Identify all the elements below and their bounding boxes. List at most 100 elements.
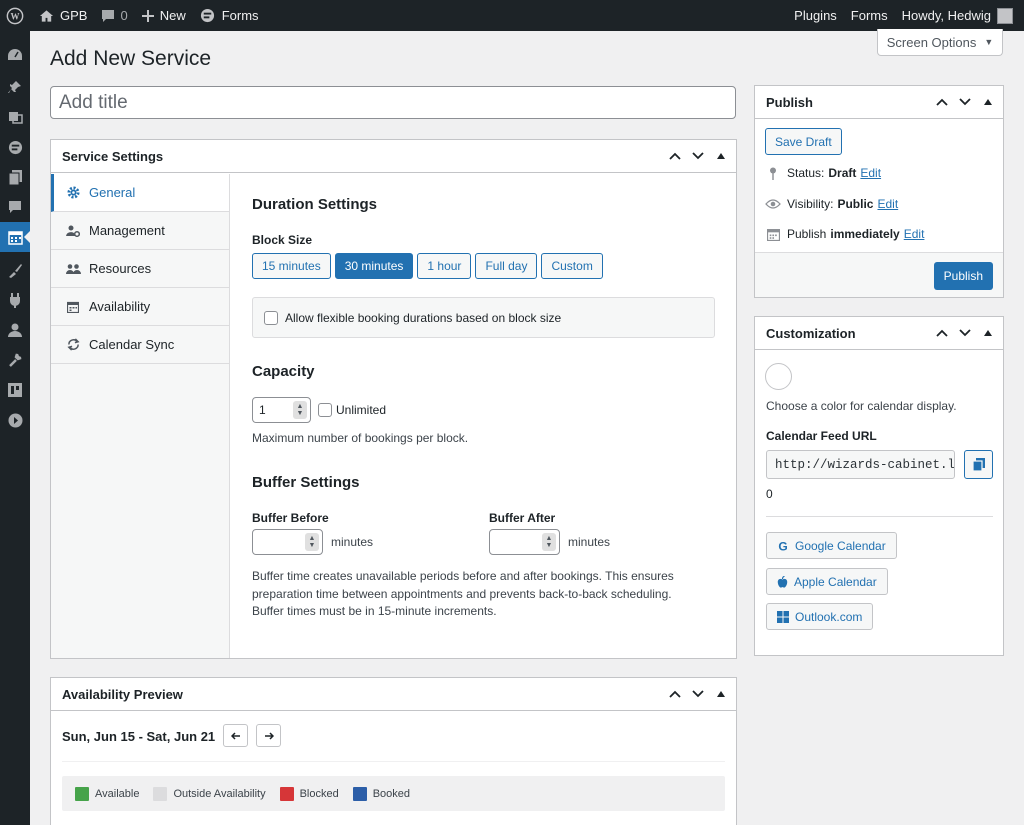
prev-week-button[interactable] bbox=[223, 724, 248, 747]
availability-preview-title: Availability Preview bbox=[62, 686, 183, 702]
appearance-icon[interactable] bbox=[0, 255, 30, 285]
capacity-input[interactable]: 1 ▲ ▼ bbox=[252, 397, 311, 423]
block-size-custom[interactable]: Custom bbox=[541, 253, 603, 279]
buffer-help-line: Buffer time creates unavailable periods … bbox=[252, 569, 674, 583]
move-up-icon[interactable] bbox=[663, 140, 686, 173]
legend-swatch-blocked bbox=[279, 786, 294, 801]
flexible-duration-checkbox[interactable] bbox=[264, 310, 278, 325]
publish-date-label: Publish bbox=[787, 227, 827, 241]
nav-item-label: Management bbox=[89, 223, 165, 238]
visibility-row: Visibility: Public Edit bbox=[765, 197, 898, 211]
title-input[interactable] bbox=[50, 86, 736, 119]
pin-icon[interactable] bbox=[0, 72, 30, 102]
svg-text:G: G bbox=[778, 540, 787, 552]
block-size-1-hour[interactable]: 1 hour bbox=[417, 253, 472, 279]
toggle-panel-icon[interactable] bbox=[976, 317, 999, 350]
legend-label: Blocked bbox=[299, 787, 339, 800]
block-size-label: Block Size bbox=[252, 233, 313, 247]
comments-menu-icon[interactable] bbox=[0, 192, 30, 222]
next-week-button[interactable] bbox=[256, 724, 281, 747]
move-up-icon[interactable] bbox=[663, 678, 686, 711]
forms-link[interactable]: Forms bbox=[193, 0, 266, 31]
nav-item-resources[interactable]: Resources bbox=[51, 250, 229, 288]
divider bbox=[62, 761, 725, 762]
unlimited-checkbox[interactable] bbox=[318, 403, 332, 417]
dashboard-icon[interactable] bbox=[0, 40, 30, 70]
apple-calendar-button[interactable]: Apple Calendar bbox=[766, 568, 888, 595]
legend-swatch-available bbox=[75, 786, 89, 801]
move-down-icon[interactable] bbox=[953, 317, 976, 350]
edit-status-link[interactable]: Edit bbox=[860, 166, 881, 180]
move-up-icon[interactable] bbox=[930, 86, 953, 119]
gear-icon bbox=[65, 186, 81, 199]
publish-button[interactable]: Publish bbox=[933, 262, 993, 290]
move-down-icon[interactable] bbox=[953, 86, 976, 119]
spinner-icon[interactable]: ▲ ▼ bbox=[293, 401, 307, 419]
nav-item-label: Calendar Sync bbox=[89, 337, 175, 352]
legend-label: Available bbox=[95, 787, 140, 800]
divider bbox=[766, 516, 993, 517]
edit-publish-date-link[interactable]: Edit bbox=[904, 227, 925, 241]
media-icon[interactable] bbox=[0, 102, 30, 132]
copy-url-button[interactable] bbox=[964, 450, 993, 479]
pages-icon[interactable] bbox=[0, 162, 30, 192]
move-up-icon[interactable] bbox=[930, 317, 953, 350]
screen-options-button[interactable]: Screen Options ▼ bbox=[877, 29, 1003, 56]
block-size-30-minutes[interactable]: 30 minutes bbox=[334, 253, 414, 279]
forms-label: Forms bbox=[221, 8, 259, 23]
page-title: Add New Service bbox=[50, 47, 212, 70]
new-content-link[interactable]: New bbox=[135, 0, 193, 31]
comment-icon bbox=[102, 9, 115, 22]
google-icon: G bbox=[777, 540, 789, 552]
wordpress-logo-icon[interactable]: W bbox=[0, 0, 32, 31]
buffer-help-line: preparation time between appointments an… bbox=[252, 586, 672, 601]
calendar-menu-icon[interactable] bbox=[0, 222, 30, 252]
feed-count: 0 bbox=[766, 487, 773, 501]
date-range: Sun, Jun 15 - Sat, Jun 21 bbox=[62, 729, 216, 744]
admin-sidebar bbox=[0, 31, 30, 825]
site-name-link[interactable]: GPB bbox=[32, 0, 94, 31]
tools-icon[interactable] bbox=[0, 345, 30, 375]
toggle-panel-icon[interactable] bbox=[709, 140, 732, 173]
my-account-link[interactable]: Howdy, Hedwig bbox=[895, 0, 1020, 31]
nav-item-general[interactable]: General bbox=[51, 174, 229, 212]
buffer-before-label: Buffer Before bbox=[252, 511, 329, 525]
status-value: Draft bbox=[828, 166, 857, 180]
plugins-link[interactable]: Plugins bbox=[787, 0, 844, 31]
spinner-icon[interactable]: ▲ ▼ bbox=[542, 533, 556, 551]
nav-item-availability[interactable]: Availability bbox=[51, 288, 229, 326]
buffer-help-line: Buffer times must be in 15-minute increm… bbox=[252, 604, 497, 618]
publish-box: Publish Save Draft Status: Draft Edit Vi… bbox=[754, 85, 1004, 298]
settings-icon[interactable] bbox=[0, 375, 30, 405]
nav-item-label: General bbox=[89, 185, 136, 200]
screen-options-label: Screen Options bbox=[886, 34, 977, 50]
forms-icon bbox=[200, 8, 214, 23]
move-down-icon[interactable] bbox=[686, 678, 709, 711]
color-picker-swatch[interactable] bbox=[765, 363, 792, 390]
edit-visibility-link[interactable]: Edit bbox=[877, 197, 898, 211]
google-calendar-button[interactable]: G Google Calendar bbox=[766, 532, 897, 559]
collapse-menu-icon[interactable] bbox=[0, 405, 30, 435]
outlook-calendar-button[interactable]: Outlook.com bbox=[766, 603, 874, 630]
spinner-icon[interactable]: ▲ ▼ bbox=[305, 533, 319, 551]
users-icon[interactable] bbox=[0, 315, 30, 345]
eye-icon bbox=[765, 199, 781, 209]
forms-menu-icon[interactable] bbox=[0, 132, 30, 162]
move-down-icon[interactable] bbox=[686, 140, 709, 173]
buffer-before-input[interactable]: ▲ ▼ bbox=[252, 529, 323, 555]
sync-icon bbox=[65, 338, 81, 351]
unlimited-label: Unlimited bbox=[336, 403, 387, 417]
block-size-15-minutes[interactable]: 15 minutes bbox=[252, 253, 331, 279]
feed-url-input[interactable]: http://wizards-cabinet.lo bbox=[766, 450, 955, 479]
toggle-panel-icon[interactable] bbox=[976, 86, 999, 119]
nav-item-calendar-sync[interactable]: Calendar Sync bbox=[51, 326, 229, 364]
comments-link[interactable]: 0 bbox=[94, 0, 134, 31]
block-size-full-day[interactable]: Full day bbox=[475, 253, 538, 279]
save-draft-button[interactable]: Save Draft bbox=[765, 128, 842, 155]
visibility-value: Public bbox=[837, 197, 874, 211]
toggle-panel-icon[interactable] bbox=[709, 678, 732, 711]
plugins-menu-icon[interactable] bbox=[0, 285, 30, 315]
buffer-after-input[interactable]: ▲ ▼ bbox=[489, 529, 560, 555]
forms-right-link[interactable]: Forms bbox=[844, 0, 895, 31]
nav-item-management[interactable]: Management bbox=[51, 212, 229, 250]
